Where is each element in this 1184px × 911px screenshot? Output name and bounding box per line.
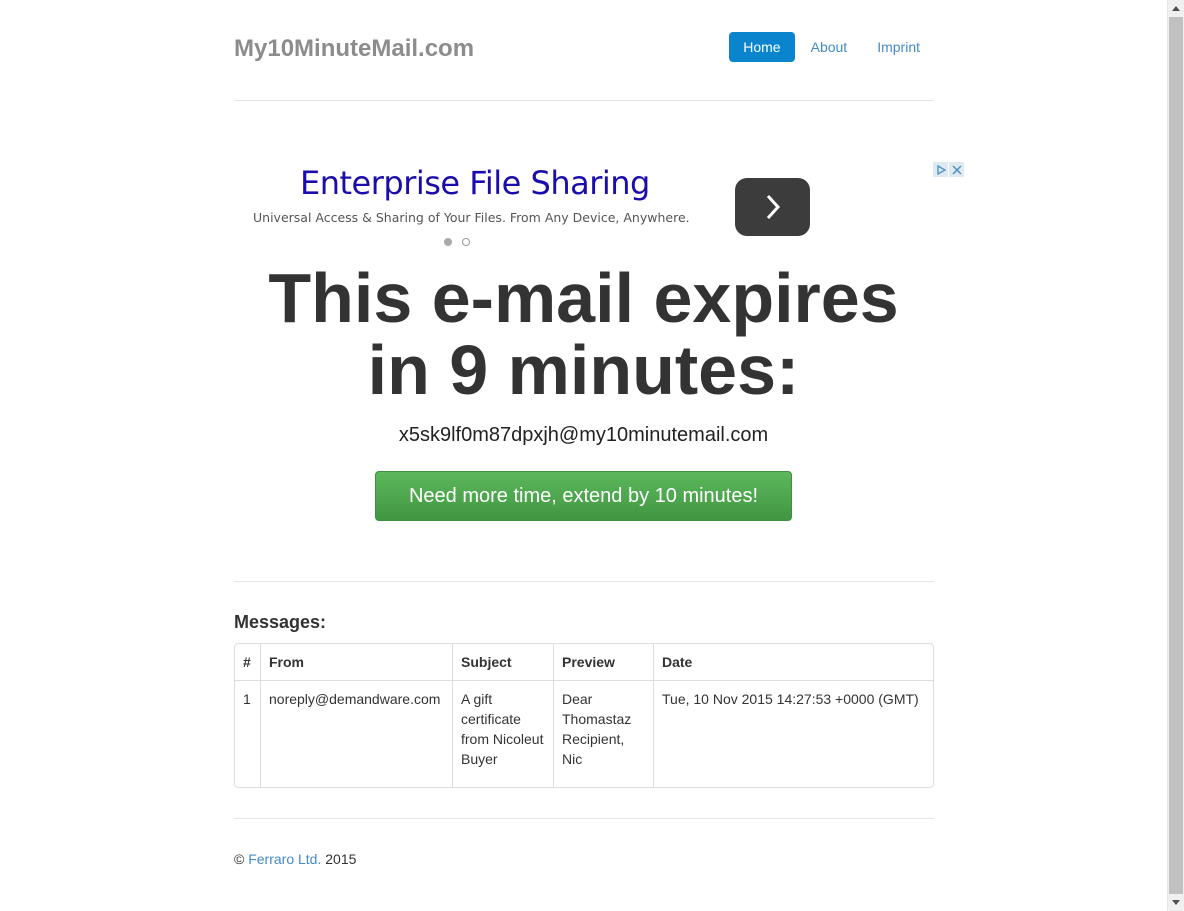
extend-time-button[interactable]: Need more time, extend by 10 minutes! <box>375 471 792 521</box>
message-date: Tue, 10 Nov 2015 14:27:53 +0000 (GMT) <box>653 680 933 787</box>
message-number: 1 <box>235 680 260 787</box>
chevron-right-icon <box>766 194 780 220</box>
nav-about[interactable]: About <box>797 32 862 62</box>
message-from[interactable]: noreply@demandware.com <box>260 680 452 787</box>
brand-logo[interactable]: My10MinuteMail.com <box>234 34 474 64</box>
messages-title: Messages: <box>234 612 327 632</box>
column-header-number: # <box>243 654 251 670</box>
message-preview[interactable]: Dear Thomastaz Recipient, Nic <box>553 680 653 787</box>
close-icon[interactable] <box>949 162 964 177</box>
divider <box>234 818 934 819</box>
ad-banner[interactable]: Enterprise File Sharing Universal Access… <box>234 160 964 252</box>
vertical-scrollbar[interactable] <box>1167 0 1184 911</box>
nav-imprint[interactable]: Imprint <box>863 32 934 62</box>
table-row[interactable]: 1 noreply@demandware.com A gift certific… <box>235 680 933 787</box>
copyright-symbol: © <box>234 851 245 867</box>
column-header-date: Date <box>653 644 933 680</box>
copyright-year: 2015 <box>325 851 357 867</box>
divider <box>234 581 934 582</box>
ad-title[interactable]: Enterprise File Sharing <box>300 164 650 202</box>
carousel-dot-1[interactable] <box>444 238 452 246</box>
column-header-subject: Subject <box>452 644 553 680</box>
ad-next-button[interactable] <box>735 178 810 236</box>
ad-badges <box>933 162 964 177</box>
expiry-headline: This e-mail expires in 9 minutes: <box>0 262 1167 406</box>
ad-subtitle: Universal Access & Sharing of Your Files… <box>253 210 690 225</box>
column-header-preview: Preview <box>553 644 653 680</box>
header: My10MinuteMail.com Home About Imprint <box>234 0 934 101</box>
column-header-from: From <box>260 644 452 680</box>
headline-line-1: This e-mail expires <box>268 259 899 337</box>
adchoices-icon[interactable] <box>933 162 948 177</box>
nav-bar: Home About Imprint <box>727 32 934 62</box>
scroll-up-icon[interactable] <box>1168 0 1184 17</box>
ad-carousel-dots <box>444 238 470 246</box>
scrollbar-thumb[interactable] <box>1169 17 1183 894</box>
footer: © Ferraro Ltd. 2015 <box>234 851 356 867</box>
temporary-email-address[interactable]: x5sk9lf0m87dpxjh@my10minutemail.com <box>0 424 1167 447</box>
carousel-dot-2[interactable] <box>462 238 470 246</box>
messages-table: # From Subject Preview Date 1 noreply@de… <box>234 643 934 788</box>
company-link[interactable]: Ferraro Ltd. <box>248 851 321 867</box>
scroll-down-icon[interactable] <box>1168 894 1184 911</box>
nav-home[interactable]: Home <box>729 32 795 62</box>
headline-line-2: in 9 minutes: <box>367 331 800 409</box>
message-subject[interactable]: A gift certificate from Nicoleut Buyer <box>452 680 553 787</box>
table-header-row: # From Subject Preview Date <box>235 644 933 680</box>
